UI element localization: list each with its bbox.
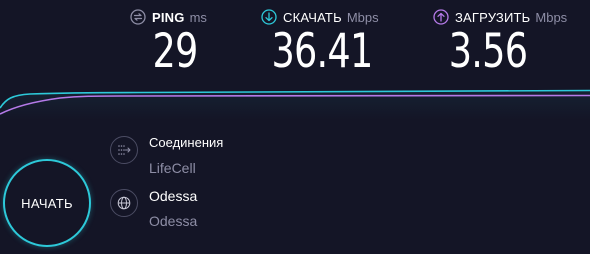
connection-provider[interactable]: LifeCell [149, 160, 196, 176]
ping-unit: ms [189, 9, 207, 25]
globe-glyph [117, 196, 131, 210]
download-metric: СКАЧАТЬ Mbps 36.41 [261, 8, 401, 83]
upload-metric: ЗАГРУЗИТЬ Mbps 3.56 [433, 8, 583, 83]
download-arrow-icon [261, 9, 277, 25]
upload-value: 3.56 [448, 24, 528, 79]
server-location[interactable]: Odessa [149, 213, 197, 229]
connections-icon [110, 136, 138, 164]
ping-icon [130, 9, 146, 25]
speedtest-result-panel: PING ms 29 СКАЧАТЬ Mbps 36.41 ЗАГРУЗИТЬ … [0, 0, 590, 254]
server-title: Odessa [149, 188, 198, 204]
connections-glyph [118, 145, 131, 155]
ping-metric: PING ms 29 [130, 8, 230, 83]
speed-graph [0, 89, 590, 120]
upload-unit: Mbps [535, 9, 568, 25]
start-button-label: НАЧАТЬ [21, 195, 73, 211]
download-value: 36.41 [271, 24, 373, 79]
connection-title: Соединения [149, 135, 224, 150]
upload-arrow-icon [433, 9, 449, 25]
download-unit: Mbps [346, 9, 379, 25]
ping-label: PING [152, 9, 185, 25]
start-button[interactable]: НАЧАТЬ [3, 159, 91, 247]
download-label: СКАЧАТЬ [283, 9, 342, 25]
upload-label: ЗАГРУЗИТЬ [455, 9, 531, 25]
ping-value: 29 [152, 24, 198, 79]
globe-icon [110, 189, 138, 217]
